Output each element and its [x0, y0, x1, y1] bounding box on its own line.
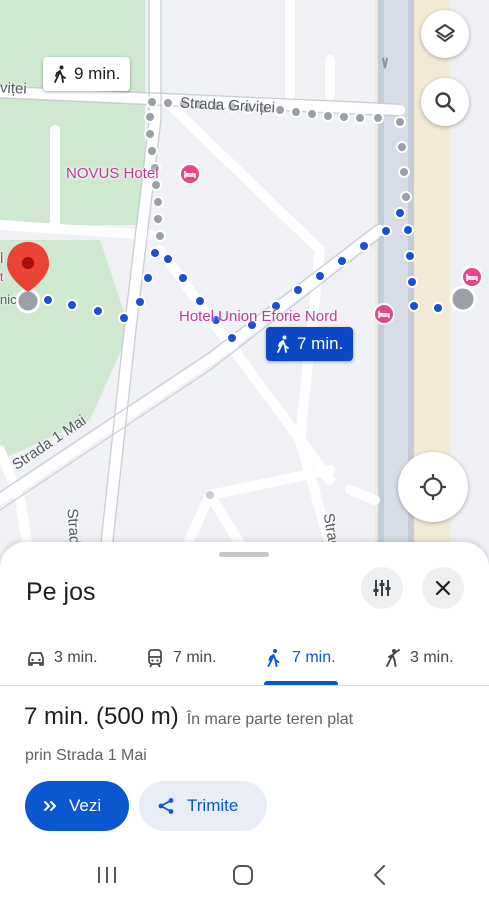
- route-time-distance: 7 min. (500 m): [24, 703, 179, 730]
- layers-icon: [435, 24, 455, 42]
- share-icon: [158, 798, 174, 814]
- search-button[interactable]: [421, 78, 469, 126]
- walk-icon: [54, 65, 66, 83]
- chevrons-right-icon: [44, 801, 56, 811]
- directions-sheet[interactable]: Pe jos 3 min. 7 min. 7 min. 3 min. 7 min…: [0, 542, 489, 900]
- hotel-pin-icon[interactable]: [461, 266, 483, 288]
- travel-mode-tabs: 3 min. 7 min. 7 min. 3 min.: [0, 630, 489, 686]
- mode-tab-ride[interactable]: 3 min.: [382, 630, 454, 686]
- mode-time: 7 min.: [173, 649, 217, 666]
- alt-route-time: 9 min.: [74, 64, 121, 83]
- recent-apps-icon[interactable]: [96, 864, 118, 886]
- active-tab-indicator: [264, 681, 338, 685]
- car-icon: [28, 652, 44, 666]
- poi-label-left-1: l: [0, 250, 4, 267]
- close-icon: [435, 580, 451, 596]
- poi-label-novus[interactable]: NOVUS Hotel: [66, 165, 159, 182]
- poi-label-left-2: t: [0, 270, 4, 284]
- close-button[interactable]: [422, 567, 464, 609]
- route-summary[interactable]: 7 min. (500 m) În mare parte teren plat: [24, 703, 353, 731]
- ride-icon: [386, 649, 400, 667]
- mode-time: 3 min.: [54, 649, 98, 666]
- view-button[interactable]: Vezi: [25, 781, 129, 831]
- street-label-grivitei-cut: viței: [0, 79, 28, 98]
- active-route-time: 7 min.: [297, 334, 344, 353]
- mode-tab-walk[interactable]: 7 min.: [264, 630, 336, 686]
- walk-icon: [267, 649, 280, 667]
- sheet-title: Pe jos: [26, 578, 96, 606]
- home-icon[interactable]: [232, 864, 254, 886]
- my-location-icon: [420, 474, 446, 500]
- mode-tab-car[interactable]: 3 min.: [26, 630, 98, 686]
- poi-label-left-3: nic: [0, 292, 17, 307]
- route-terrain: În mare parte teren plat: [186, 711, 354, 728]
- my-location-button[interactable]: [398, 452, 468, 522]
- share-button-label: Trimite: [187, 796, 239, 815]
- drag-handle[interactable]: [219, 552, 269, 557]
- view-button-label: Vezi: [69, 796, 102, 815]
- tune-icon: [373, 580, 391, 596]
- poi-label-union[interactable]: Hotel Union Eforie Nord: [179, 308, 337, 325]
- search-icon: [435, 92, 456, 113]
- mode-tab-transit[interactable]: 7 min.: [145, 630, 217, 686]
- system-nav-bar: [0, 852, 489, 900]
- alt-route-time-chip[interactable]: 9 min.: [43, 57, 131, 91]
- hotel-pin-icon[interactable]: [373, 303, 395, 325]
- map-view[interactable]: viței Strada Griviței Strada 1 Mai Strad…: [0, 0, 489, 580]
- mode-time: 7 min.: [292, 649, 336, 666]
- share-button[interactable]: Trimite: [139, 781, 267, 831]
- mode-time: 3 min.: [410, 649, 454, 666]
- layers-button[interactable]: [421, 10, 469, 58]
- route-options-button[interactable]: [361, 567, 403, 609]
- hotel-pin-icon[interactable]: [179, 163, 201, 185]
- walk-icon: [277, 335, 289, 353]
- back-icon[interactable]: [370, 864, 392, 886]
- transit-icon: [148, 649, 162, 668]
- route-via: prin Strada 1 Mai: [25, 747, 147, 764]
- active-route-time-chip[interactable]: 7 min.: [266, 327, 354, 361]
